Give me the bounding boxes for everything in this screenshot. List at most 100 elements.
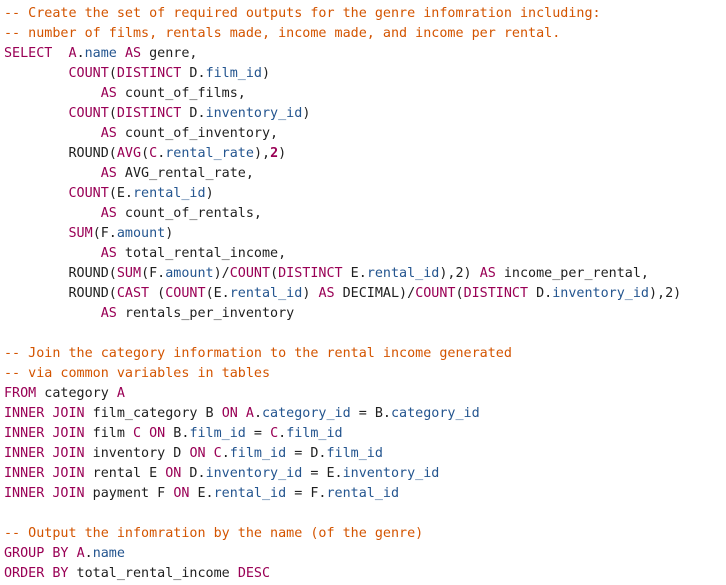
sql-keyword: SUM	[116, 266, 142, 281]
sql-keyword: ON	[189, 446, 206, 461]
code-line: -- via common variables in tables	[4, 364, 726, 384]
sql-keyword: SUM	[68, 226, 93, 241]
sql-text: .	[278, 426, 287, 441]
sql-field: film_id	[189, 426, 246, 441]
sql-text: .	[76, 46, 85, 61]
sql-keyword: COUNT	[415, 286, 456, 301]
sql-text: ROUND(	[4, 286, 117, 301]
sql-text: rental E	[84, 466, 166, 481]
code-line: INNER JOIN inventory D ON C.film_id = D.…	[4, 444, 726, 464]
sql-field: category_id	[391, 406, 480, 421]
sql-keyword: AS	[100, 86, 117, 101]
sql-text: DECIMAL)/	[334, 286, 416, 301]
code-line: AS rentals_per_inventory	[4, 304, 726, 324]
sql-keyword: DISTINCT	[116, 106, 182, 121]
code-line: SUM(F.amount)	[4, 224, 726, 244]
sql-keyword: FROM	[4, 386, 37, 401]
sql-keyword: AS	[479, 266, 496, 281]
sql-alias: A	[68, 46, 77, 61]
code-line: ROUND(AVG(C.rental_rate),2)	[4, 144, 726, 164]
sql-text: (E.	[205, 286, 230, 301]
sql-keyword: ON	[165, 466, 182, 481]
sql-field: inventory_id	[205, 466, 303, 481]
sql-text: (E.	[108, 186, 133, 201]
sql-text: rentals_per_inventory	[116, 306, 295, 321]
sql-text: (	[149, 286, 166, 301]
sql-keyword: SELECT	[4, 46, 53, 61]
code-line: COUNT(E.rental_id)	[4, 184, 726, 204]
sql-text: .	[84, 546, 93, 561]
sql-field: rental_id	[366, 266, 440, 281]
sql-keyword: A	[116, 386, 125, 401]
sql-keyword: ON	[149, 426, 166, 441]
sql-text: D.	[181, 466, 206, 481]
sql-comment: -- Create the set of required outputs fo…	[4, 6, 601, 21]
sql-text: ROUND(	[4, 146, 117, 161]
sql-text: total_rental_income	[68, 566, 238, 581]
code-line: COUNT(DISTINCT D.inventory_id)	[4, 104, 726, 124]
sql-text: = F.	[286, 486, 327, 501]
code-line: -- number of films, rentals made, income…	[4, 24, 726, 44]
sql-text: )	[302, 286, 319, 301]
sql-field: name	[84, 46, 117, 61]
sql-field: film_id	[326, 446, 383, 461]
code-line: INNER JOIN film C ON B.film_id = C.film_…	[4, 424, 726, 444]
sql-field: name	[92, 546, 125, 561]
sql-text: genre,	[141, 46, 198, 61]
sql-keyword: COUNT	[68, 66, 109, 81]
sql-text: = E.	[302, 466, 343, 481]
sql-text: =	[245, 426, 271, 441]
sql-keyword: AS	[100, 246, 117, 261]
sql-keyword: ON	[221, 406, 238, 421]
sql-text: )/	[213, 266, 230, 281]
sql-keyword: COUNT	[229, 266, 271, 281]
code-line: AS count_of_inventory,	[4, 124, 726, 144]
sql-field: category_id	[262, 406, 351, 421]
sql-number: 2	[270, 146, 279, 161]
code-line: AS total_rental_income,	[4, 244, 726, 264]
sql-text: = B.	[350, 406, 391, 421]
sql-comment: -- Join the category information to the …	[4, 346, 512, 361]
sql-keyword: AS	[100, 306, 117, 321]
sql-keyword: ON	[173, 486, 190, 501]
sql-keyword: C	[133, 426, 142, 441]
code-line: SELECT A.name AS genre,	[4, 44, 726, 64]
sql-keyword: CAST	[116, 286, 150, 301]
code-line: INNER JOIN payment F ON E.rental_id = F.…	[4, 484, 726, 504]
sql-text: D.	[181, 66, 206, 81]
sql-text: ),2)	[649, 286, 682, 301]
sql-code-editor[interactable]: -- Create the set of required outputs fo…	[4, 4, 726, 584]
sql-text: count_of_films,	[116, 86, 246, 101]
code-line: INNER JOIN film_category B ON A.category…	[4, 404, 726, 424]
sql-text: count_of_inventory,	[116, 126, 279, 141]
sql-field: rental_id	[133, 186, 206, 201]
sql-keyword: ORDER BY	[4, 566, 69, 581]
sql-keyword: INNER JOIN	[4, 446, 85, 461]
sql-field: rental_id	[229, 286, 303, 301]
sql-text: E.	[189, 486, 214, 501]
code-line: -- Create the set of required outputs fo…	[4, 4, 726, 24]
sql-keyword: INNER JOIN	[4, 406, 85, 421]
code-line: FROM category A	[4, 384, 726, 404]
code-line: COUNT(DISTINCT D.film_id)	[4, 64, 726, 84]
sql-keyword: DISTINCT	[463, 286, 529, 301]
sql-field: rental_id	[213, 486, 287, 501]
sql-comment: -- number of films, rentals made, income…	[4, 26, 561, 41]
sql-comment: -- via common variables in tables	[4, 366, 271, 381]
sql-text: (	[108, 106, 117, 121]
sql-keyword: AS	[124, 46, 142, 61]
sql-text: .	[253, 406, 262, 421]
sql-text: ROUND(	[4, 266, 117, 281]
sql-text: )	[165, 226, 174, 241]
